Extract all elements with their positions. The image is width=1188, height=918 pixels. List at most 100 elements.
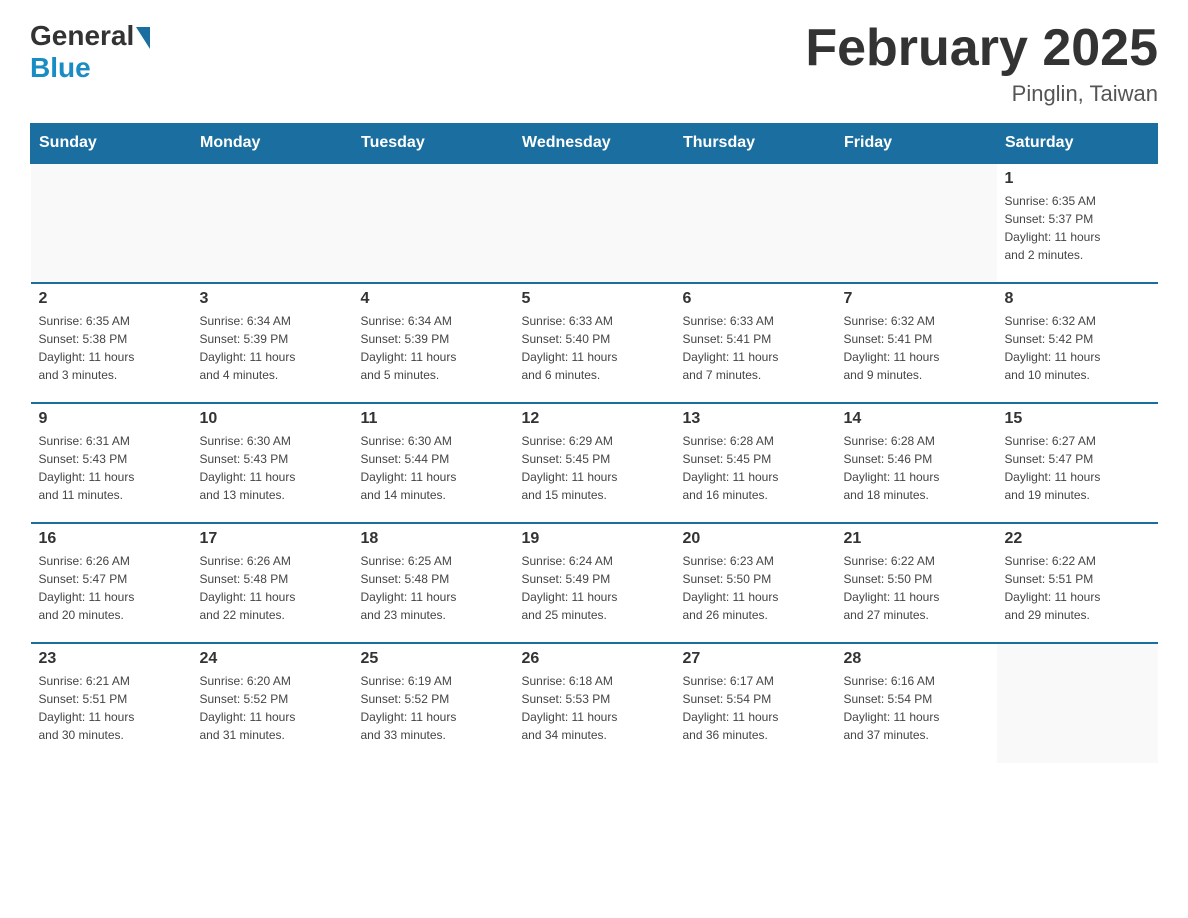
day-number: 4 [361,290,506,308]
calendar-week-3: 9Sunrise: 6:31 AM Sunset: 5:43 PM Daylig… [31,403,1158,523]
calendar-week-4: 16 Sunrise: 6:26 AM Sunset: 5:47 PM Dayli… [31,523,1158,643]
day-number: 19 [522,530,667,548]
day-info: Sunrise: 6:27 AM Sunset: 5:47 PM Dayligh… [1005,432,1150,504]
calendar-cell-4-4: 19Sunrise: 6:24 AM Sunset: 5:49 PM Dayli… [514,523,675,643]
calendar-header-row: SundayMondayTuesdayWednesdayThursdayFrid… [31,124,1158,164]
calendar-cell-3-2: 10 Sunrise: 6:30 AM Sunset: 5:43 PM Dayli… [192,403,353,523]
calendar-cell-4-5: 20Sunrise: 6:23 AM Sunset: 5:50 PM Dayli… [675,523,836,643]
location: Pinglin, Taiwan [805,81,1158,107]
calendar-cell-3-1: 9Sunrise: 6:31 AM Sunset: 5:43 PM Daylig… [31,403,192,523]
calendar-week-5: 23 Sunrise: 6:21 AM Sunset: 5:51 PM Dayli… [31,643,1158,763]
calendar-cell-5-2: 24 Sunrise: 6:20 AM Sunset: 5:52 PM Dayli… [192,643,353,763]
calendar-cell-1-7: 1 Sunrise: 6:35 AM Sunset: 5:37 PM Daylig… [997,163,1158,283]
day-number: 3 [200,290,345,308]
calendar-cell-1-4 [514,163,675,283]
calendar-cell-2-2: 3 Sunrise: 6:34 AM Sunset: 5:39 PM Daylig… [192,283,353,403]
calendar-cell-3-7: 15 Sunrise: 6:27 AM Sunset: 5:47 PM Dayli… [997,403,1158,523]
day-info: Sunrise: 6:26 AM Sunset: 5:48 PM Dayligh… [200,552,345,624]
calendar-cell-1-5 [675,163,836,283]
calendar-header-friday: Friday [836,124,997,164]
calendar-cell-5-5: 27 Sunrise: 6:17 AM Sunset: 5:54 PM Dayli… [675,643,836,763]
calendar-cell-1-6 [836,163,997,283]
day-info: Sunrise: 6:34 AM Sunset: 5:39 PM Dayligh… [361,312,506,384]
calendar-cell-1-1 [31,163,192,283]
day-number: 1 [1005,170,1150,188]
day-number: 10 [200,410,345,428]
day-number: 18 [361,530,506,548]
calendar-week-1: 1 Sunrise: 6:35 AM Sunset: 5:37 PM Daylig… [31,163,1158,283]
calendar-cell-4-1: 16 Sunrise: 6:26 AM Sunset: 5:47 PM Dayli… [31,523,192,643]
day-number: 14 [844,410,989,428]
day-info: Sunrise: 6:35 AM Sunset: 5:38 PM Dayligh… [39,312,184,384]
calendar-header-monday: Monday [192,124,353,164]
calendar-cell-5-1: 23 Sunrise: 6:21 AM Sunset: 5:51 PM Dayli… [31,643,192,763]
day-number: 26 [522,650,667,668]
day-info: Sunrise: 6:21 AM Sunset: 5:51 PM Dayligh… [39,672,184,744]
calendar-cell-3-4: 12 Sunrise: 6:29 AM Sunset: 5:45 PM Dayli… [514,403,675,523]
calendar-header-saturday: Saturday [997,124,1158,164]
calendar-cell-2-7: 8 Sunrise: 6:32 AM Sunset: 5:42 PM Daylig… [997,283,1158,403]
calendar-cell-3-5: 13 Sunrise: 6:28 AM Sunset: 5:45 PM Dayli… [675,403,836,523]
day-number: 15 [1005,410,1150,428]
calendar-cell-4-2: 17 Sunrise: 6:26 AM Sunset: 5:48 PM Dayli… [192,523,353,643]
calendar-cell-2-3: 4 Sunrise: 6:34 AM Sunset: 5:39 PM Daylig… [353,283,514,403]
page-header: General Blue February 2025 Pinglin, Taiw… [30,20,1158,107]
calendar-cell-2-4: 5Sunrise: 6:33 AM Sunset: 5:40 PM Daylig… [514,283,675,403]
day-info: Sunrise: 6:22 AM Sunset: 5:51 PM Dayligh… [1005,552,1150,624]
day-info: Sunrise: 6:34 AM Sunset: 5:39 PM Dayligh… [200,312,345,384]
day-info: Sunrise: 6:22 AM Sunset: 5:50 PM Dayligh… [844,552,989,624]
day-number: 22 [1005,530,1150,548]
calendar-header-wednesday: Wednesday [514,124,675,164]
title-section: February 2025 Pinglin, Taiwan [805,20,1158,107]
calendar-header-thursday: Thursday [675,124,836,164]
day-info: Sunrise: 6:16 AM Sunset: 5:54 PM Dayligh… [844,672,989,744]
day-info: Sunrise: 6:18 AM Sunset: 5:53 PM Dayligh… [522,672,667,744]
day-info: Sunrise: 6:19 AM Sunset: 5:52 PM Dayligh… [361,672,506,744]
day-info: Sunrise: 6:25 AM Sunset: 5:48 PM Dayligh… [361,552,506,624]
month-title: February 2025 [805,20,1158,77]
day-number: 6 [683,290,828,308]
calendar-cell-5-7 [997,643,1158,763]
day-number: 17 [200,530,345,548]
day-number: 21 [844,530,989,548]
day-number: 5 [522,290,667,308]
day-info: Sunrise: 6:28 AM Sunset: 5:45 PM Dayligh… [683,432,828,504]
calendar-cell-5-6: 28 Sunrise: 6:16 AM Sunset: 5:54 PM Dayli… [836,643,997,763]
calendar-cell-4-3: 18 Sunrise: 6:25 AM Sunset: 5:48 PM Dayli… [353,523,514,643]
day-number: 16 [39,530,184,548]
day-info: Sunrise: 6:17 AM Sunset: 5:54 PM Dayligh… [683,672,828,744]
calendar-cell-4-7: 22 Sunrise: 6:22 AM Sunset: 5:51 PM Dayli… [997,523,1158,643]
logo-triangle-icon [136,27,150,49]
day-number: 28 [844,650,989,668]
calendar-cell-2-5: 6 Sunrise: 6:33 AM Sunset: 5:41 PM Daylig… [675,283,836,403]
calendar-cell-1-2 [192,163,353,283]
day-number: 13 [683,410,828,428]
day-info: Sunrise: 6:33 AM Sunset: 5:41 PM Dayligh… [683,312,828,384]
calendar-table: SundayMondayTuesdayWednesdayThursdayFrid… [30,123,1158,763]
day-number: 7 [844,290,989,308]
day-info: Sunrise: 6:35 AM Sunset: 5:37 PM Dayligh… [1005,192,1150,264]
calendar-cell-3-3: 11Sunrise: 6:30 AM Sunset: 5:44 PM Dayli… [353,403,514,523]
day-info: Sunrise: 6:26 AM Sunset: 5:47 PM Dayligh… [39,552,184,624]
calendar-cell-4-6: 21 Sunrise: 6:22 AM Sunset: 5:50 PM Dayli… [836,523,997,643]
day-info: Sunrise: 6:29 AM Sunset: 5:45 PM Dayligh… [522,432,667,504]
calendar-header-sunday: Sunday [31,124,192,164]
day-number: 8 [1005,290,1150,308]
day-number: 23 [39,650,184,668]
logo-general-text: General [30,20,134,52]
day-number: 24 [200,650,345,668]
calendar-cell-5-4: 26 Sunrise: 6:18 AM Sunset: 5:53 PM Dayli… [514,643,675,763]
day-info: Sunrise: 6:20 AM Sunset: 5:52 PM Dayligh… [200,672,345,744]
day-number: 11 [361,410,506,428]
day-number: 12 [522,410,667,428]
calendar-header-tuesday: Tuesday [353,124,514,164]
day-number: 27 [683,650,828,668]
calendar-cell-1-3 [353,163,514,283]
day-info: Sunrise: 6:30 AM Sunset: 5:43 PM Dayligh… [200,432,345,504]
day-number: 9 [39,410,184,428]
calendar-cell-5-3: 25Sunrise: 6:19 AM Sunset: 5:52 PM Dayli… [353,643,514,763]
day-info: Sunrise: 6:32 AM Sunset: 5:41 PM Dayligh… [844,312,989,384]
logo: General Blue [30,20,150,84]
day-info: Sunrise: 6:32 AM Sunset: 5:42 PM Dayligh… [1005,312,1150,384]
day-number: 20 [683,530,828,548]
